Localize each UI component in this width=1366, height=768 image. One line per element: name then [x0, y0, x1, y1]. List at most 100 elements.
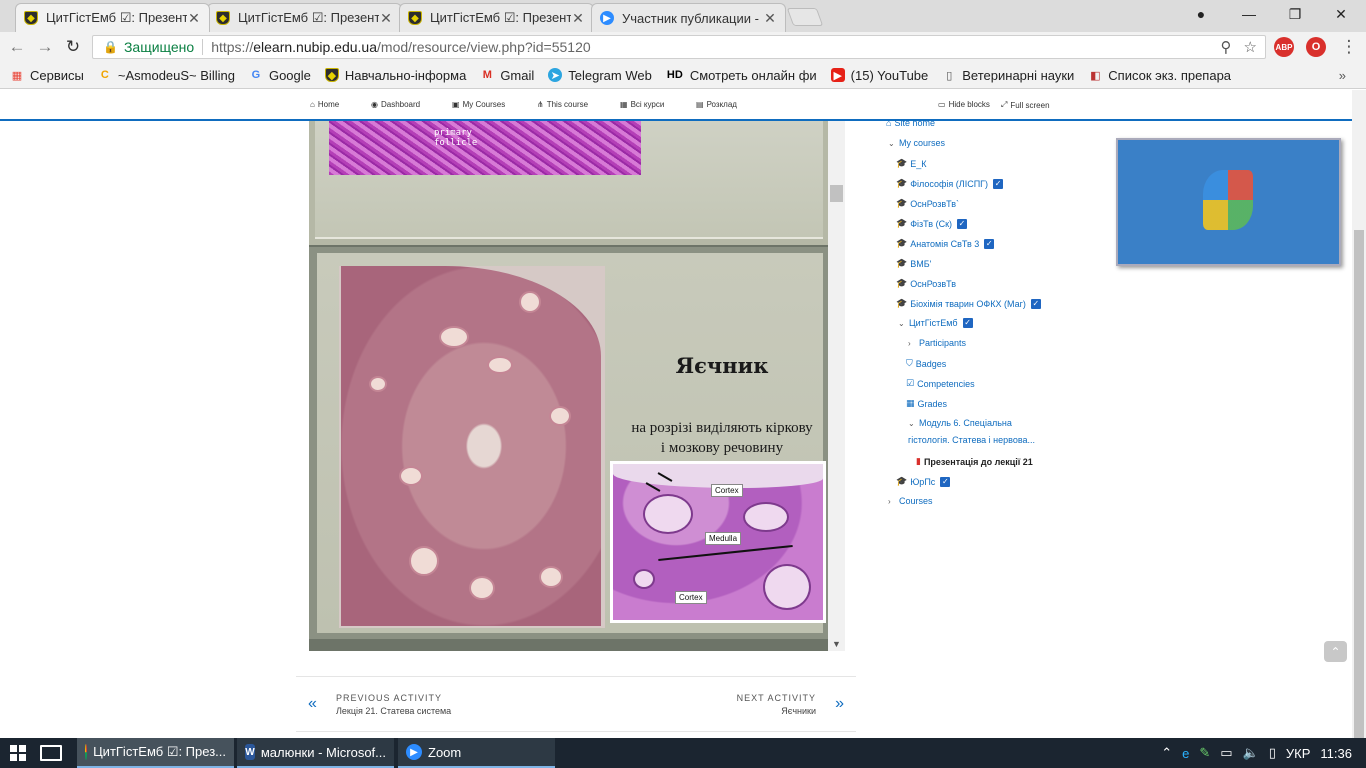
bookmark-billing[interactable]: C ~AsmodeuS~ Billing [98, 68, 235, 83]
course-item[interactable]: 🎓 ФізТв (Ск) ✓ [896, 218, 968, 229]
browser-tab-2[interactable]: ◆ ЦитГістЕмб ☑: Презент ✕ [207, 3, 402, 32]
browser-tab-3[interactable]: ◆ ЦитГістЕмб ☑: Презент ✕ [399, 3, 594, 32]
competencies-link[interactable]: ☑ Competencies [906, 378, 975, 389]
language-indicator[interactable]: УКР [1286, 746, 1311, 761]
next-chevron-icon[interactable]: » [835, 695, 844, 713]
close-window-button[interactable]: ✕ [1318, 0, 1364, 28]
nav-dashboard[interactable]: ◉ Dashboard [371, 100, 420, 109]
bookmark-education[interactable]: ◆ Навчально-інформа [324, 68, 466, 83]
google-icon: G [251, 69, 261, 81]
bookmark-telegram[interactable]: ➤ Telegram Web [548, 68, 652, 83]
home-icon: ⌂ [310, 100, 315, 109]
profile-icon[interactable]: ● [1178, 0, 1224, 28]
windows-start-icon[interactable] [10, 745, 26, 761]
viewer-scrollbar[interactable]: ▼ [828, 121, 845, 651]
nav-this-course[interactable]: ⋔ This course [537, 100, 588, 109]
current-resource[interactable]: ▮ Презентація до лекції 21 [916, 456, 1033, 467]
bookmark-hd[interactable]: HD Смотреть онлайн фи [666, 68, 817, 83]
task-view-icon[interactable] [40, 745, 62, 761]
previous-activity-link[interactable]: PREVIOUS ACTIVITY Лекція 21. Статева сис… [336, 693, 451, 716]
adblock-plus-icon[interactable]: ABP [1274, 37, 1294, 57]
site-home-link[interactable]: ⌂ Site home [886, 118, 935, 128]
bookmark-apps[interactable]: ▦ Сервисы [10, 68, 84, 83]
network-icon[interactable]: ▭ [1220, 745, 1232, 761]
nav-all-courses[interactable]: ▦ Всі курси [620, 100, 664, 109]
previous-chevron-icon[interactable]: « [308, 695, 317, 713]
taskbar-app-chrome[interactable]: ЦитГістЕмб ☑: През... [77, 738, 234, 768]
battery-icon[interactable]: ▯ [1269, 745, 1276, 761]
close-tab-icon[interactable]: ✕ [187, 10, 201, 27]
bookmarks-bar: ▦ Сервисы C ~AsmodeuS~ Billing G Google ◆ На… [0, 62, 1366, 89]
bookmark-vet[interactable]: ▯ Ветеринарні науки [942, 68, 1074, 83]
presentation-viewer[interactable]: primary follicle Яєчник на розрізі виділя… [309, 121, 845, 651]
more-bookmarks-icon[interactable]: » [1339, 68, 1346, 83]
zoom-favicon-icon: ▶ [600, 11, 614, 25]
forward-icon[interactable]: → [34, 36, 56, 58]
moodle-navbar: ⌂ Home ◉ Dashboard ▣ My Courses ⋔ This cours… [0, 90, 1366, 120]
course-item[interactable]: 🎓 Анатомія СвТв 3 ✓ [896, 238, 995, 249]
show-hidden-icons[interactable]: ⌃ [1161, 745, 1172, 761]
minimize-button[interactable]: — [1226, 0, 1272, 28]
course-item[interactable]: 🎓 ОснРозвТв` [896, 198, 959, 209]
back-icon[interactable]: ← [6, 36, 28, 58]
restore-button[interactable]: ❐ [1272, 0, 1318, 28]
page-scrollbar[interactable] [1352, 90, 1366, 738]
close-tab-icon[interactable]: ✕ [379, 10, 393, 27]
menu-icon[interactable]: ⋮ [1338, 36, 1360, 58]
next-activity-link[interactable]: NEXT ACTIVITY Яєчники [737, 693, 816, 716]
pen-icon[interactable]: ✎ [1199, 745, 1210, 761]
courses-link[interactable]: › Courses [888, 496, 933, 506]
browser-tab-strip: ◆ ЦитГістЕмб ☑: Презент ✕ ◆ ЦитГістЕмб ☑… [0, 0, 1366, 32]
course-item[interactable]: 🎓 Е_К [896, 158, 926, 169]
nav-full-screen[interactable]: ⤢ Full screen [1001, 100, 1050, 110]
screen-share-thumbnail[interactable] [1116, 138, 1341, 266]
bookmark-list[interactable]: ◧ Список экз. препара [1088, 68, 1231, 83]
browser-tab-1[interactable]: ◆ ЦитГістЕмб ☑: Презент ✕ [15, 3, 210, 32]
address-bar[interactable]: 🔒 Защищено https://elearn.nubip.edu.ua/m… [92, 35, 1266, 59]
bookmark-star-icon[interactable]: ☆ [1244, 38, 1257, 56]
shield-icon: ◆ [324, 68, 339, 82]
graduation-cap-icon: 🎓 [896, 476, 908, 486]
bookmark-gmail[interactable]: M Gmail [480, 68, 535, 83]
volume-icon[interactable]: 🔈 [1243, 745, 1259, 761]
bookmark-youtube[interactable]: ▶ (15) YouTube [830, 68, 928, 83]
badges-link[interactable]: ⛉ Badges [906, 358, 946, 369]
edge-icon[interactable]: e [1182, 746, 1189, 761]
chevron-down-icon: ⌄ [898, 318, 905, 328]
module-node[interactable]: ⌄ Модуль 6. Спеціальна [908, 418, 1012, 428]
course-item[interactable]: 🎓 ЮрПс ✓ [896, 476, 951, 487]
graduation-cap-icon: 🎓 [896, 218, 908, 228]
reload-icon[interactable]: ↻ [62, 36, 84, 58]
course-item[interactable]: 🎓 Філософія (ЛІСПГ) ✓ [896, 178, 1004, 189]
taskbar-app-zoom[interactable]: ▶ Zoom [398, 738, 555, 768]
viewer-scrollbar-thumb[interactable] [830, 185, 843, 202]
course-item[interactable]: 🎓 ВМБ' [896, 258, 931, 269]
bookmark-google[interactable]: G Google [249, 68, 311, 83]
participants-link[interactable]: › Participants [908, 338, 966, 348]
nav-schedule[interactable]: ▤ Розклад [696, 100, 737, 109]
taskbar-app-word[interactable]: W малюнки - Microsof... [237, 738, 394, 768]
nav-my-courses[interactable]: ▣ My Courses [452, 100, 505, 109]
word-icon: W [245, 744, 255, 760]
my-courses-node[interactable]: ⌄ My courses [888, 138, 945, 148]
youtube-icon: ▶ [830, 68, 845, 82]
grades-link[interactable]: ▦ Grades [906, 398, 947, 409]
close-tab-icon[interactable]: ✕ [763, 10, 777, 27]
scroll-down-icon[interactable]: ▼ [832, 639, 841, 649]
page-scrollbar-thumb[interactable] [1354, 230, 1364, 738]
close-tab-icon[interactable]: ✕ [571, 10, 585, 27]
clock[interactable]: 11:36 [1320, 746, 1352, 761]
zoom-page-icon[interactable]: ⚲ [1221, 38, 1232, 56]
new-tab-button[interactable] [786, 8, 824, 26]
nav-home[interactable]: ⌂ Home [310, 100, 339, 109]
opera-extension-icon[interactable]: O [1306, 37, 1326, 57]
browser-tab-4[interactable]: ▶ Участник публикации - ✕ [591, 3, 786, 32]
course-item[interactable]: 🎓 ОснРозвТв [896, 278, 956, 289]
briefcase-icon: ▣ [452, 100, 460, 109]
shield-icon: ⛉ [906, 358, 913, 368]
nav-hide-blocks[interactable]: ▭ Hide blocks [938, 100, 990, 109]
graduation-cap-icon: 🎓 [896, 258, 908, 268]
course-item[interactable]: 🎓 Біохімія тварин ОФКХ (Маг) ✓ [896, 298, 1041, 309]
back-to-top-button[interactable]: ⌃ [1324, 641, 1347, 662]
current-course-node[interactable]: ⌄ ЦитГістЕмб ✓ [898, 318, 973, 328]
